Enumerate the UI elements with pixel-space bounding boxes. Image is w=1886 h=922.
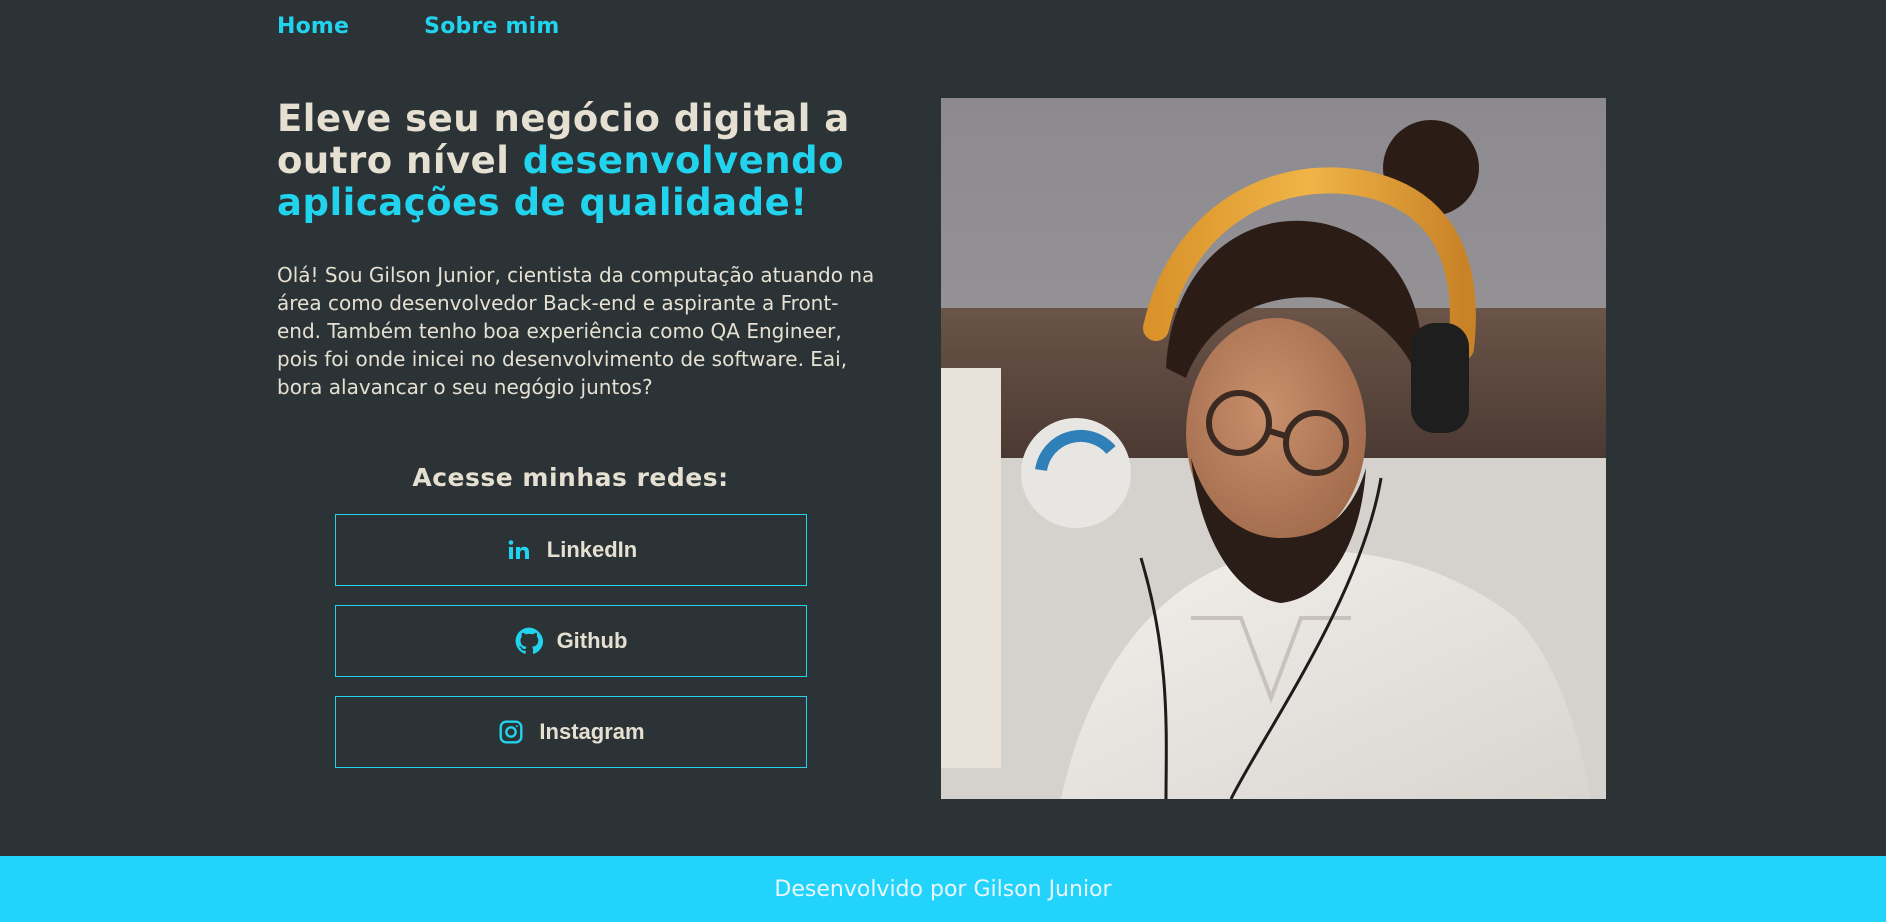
instagram-button[interactable]: Instagram [335,696,807,768]
linkedin-icon [505,536,533,564]
footer: Desenvolvido por Gilson Junior [0,856,1886,922]
nav-link-sobre-mim[interactable]: Sobre mim [424,14,559,39]
instagram-icon [497,718,525,746]
github-icon [515,627,543,655]
top-nav: Home Sobre mim [277,14,560,39]
instagram-label: Instagram [539,719,645,744]
profile-photo [941,98,1606,799]
linkedin-label: LinkedIn [546,537,638,562]
nav-link-home[interactable]: Home [277,14,349,39]
github-button[interactable]: Github [335,605,807,677]
footer-credit: Desenvolvido por Gilson Junior [774,876,1112,902]
github-label: Github [556,628,628,653]
profile-photo-illustration [941,98,1606,799]
linkedin-button[interactable]: LinkedIn [335,514,807,586]
intro-paragraph: Olá! Sou Gilson Junior, cientista da com… [277,263,875,399]
socials-title: Acesse minhas redes: [412,463,729,492]
hero-headline: Eleve seu negócio digital a outro nível … [277,98,877,224]
